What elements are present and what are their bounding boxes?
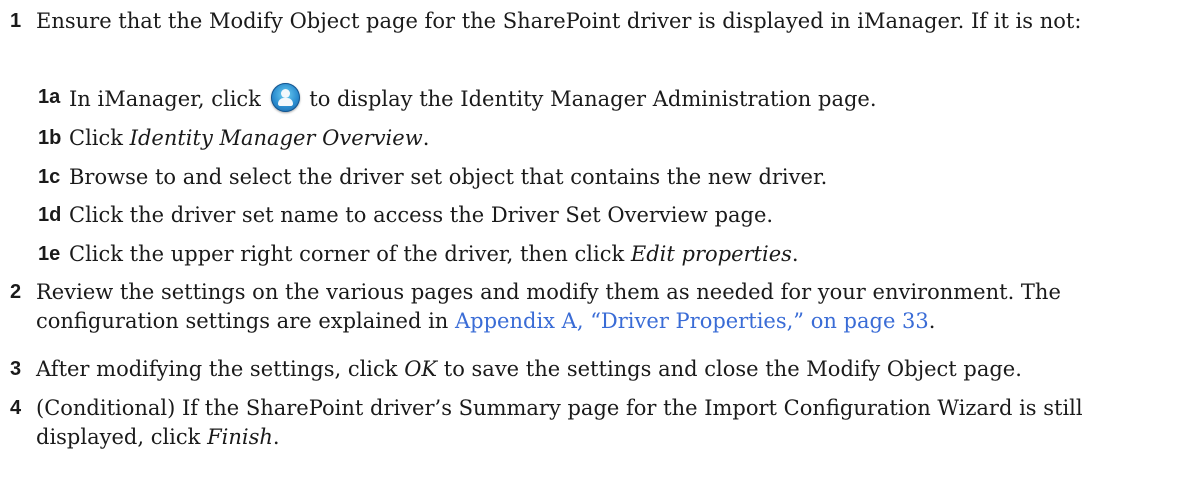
step-text: (Conditional) If the SharePoint driver’s… [36,394,1170,452]
substep-text: Browse to and select the driver set obje… [69,165,828,189]
substep-text-after: . [791,242,799,266]
substep-text: Click the upper right corner of the driv… [69,240,1170,269]
substep-number: 1d [38,204,62,226]
substep-number: 1e [38,243,61,265]
step-text-after: . [928,309,936,333]
ui-term-finish: Finish [207,425,273,449]
step-number: 1 [10,10,22,32]
substep-number: 1b [38,127,62,149]
step-text-after: . [272,425,280,449]
step-text: After modifying the settings, click OK t… [36,355,1170,384]
ui-term-ok: OK [404,357,438,381]
appendix-a-link[interactable]: Appendix A, “Driver Properties,” on page… [455,309,929,333]
substep-number: 1c [38,166,61,188]
substep-text-before: In iManager, click [69,87,261,111]
step-number: 2 [10,281,22,303]
step-text: Ensure that the Modify Object page for t… [36,9,1082,33]
substep-text: In iManager, click to display the Identi… [69,83,1170,114]
step-text-before: (Conditional) If the SharePoint driver’s… [36,396,1083,449]
ui-term-identity-manager-overview: Identity Manager Overview [129,126,423,150]
substep-number: 1a [38,86,61,108]
identity-manager-administration-icon [270,83,300,112]
substep-text-after: . [422,126,430,150]
step-number: 3 [10,358,22,380]
step-number: 4 [10,397,22,419]
substep-text-after: to display the Identity Manager Administ… [309,87,877,111]
ui-term-edit-properties: Edit properties [630,242,792,266]
substep-text-before: Click [69,126,130,150]
substep-text: Click Identity Manager Overview. [69,124,1170,153]
substep-text: Click the driver set name to access the … [69,203,774,227]
step-text: Review the settings on the various pages… [36,278,1170,336]
substep-text-before: Click the upper right corner of the driv… [69,242,631,266]
step-text-before: After modifying the settings, click [36,357,405,381]
step-text-after: to save the settings and close the Modif… [437,357,1022,381]
